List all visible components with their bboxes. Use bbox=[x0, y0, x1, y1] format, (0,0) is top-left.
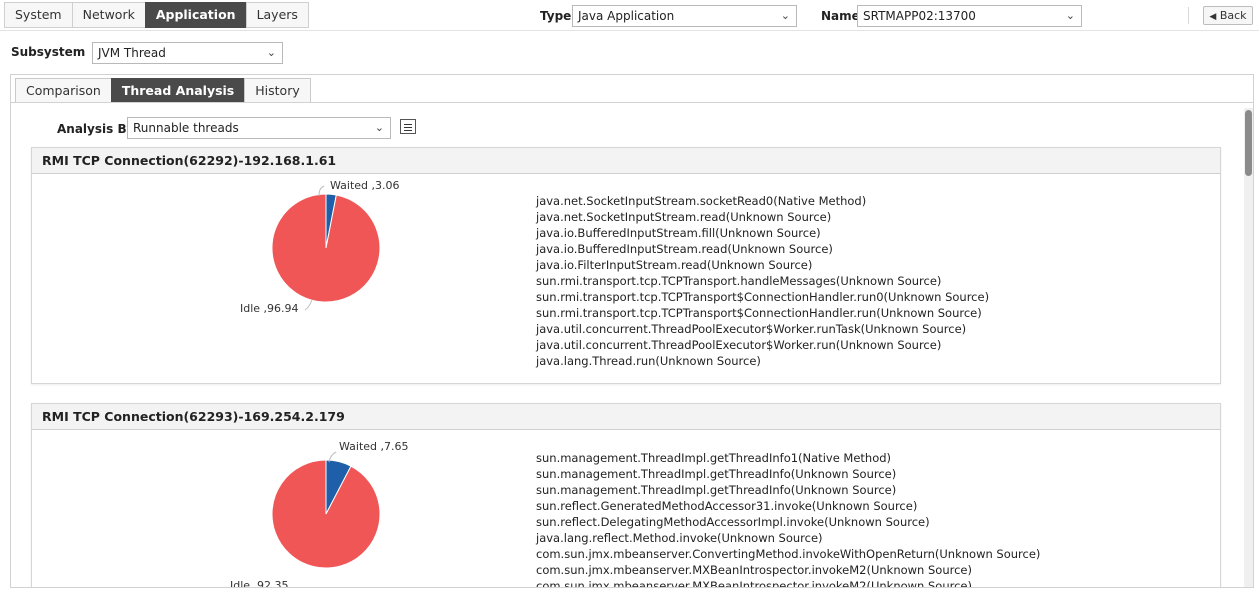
pie-leader-lines bbox=[304, 185, 325, 311]
tab-thread-analysis[interactable]: Thread Analysis bbox=[110, 78, 246, 103]
list-view-icon[interactable] bbox=[400, 119, 416, 134]
name-label: Name bbox=[821, 9, 860, 23]
chevron-down-icon: ⌄ bbox=[1065, 9, 1075, 22]
analysis-by-select-value: Runnable threads bbox=[133, 121, 239, 135]
type-select[interactable]: Java Application ⌄ bbox=[572, 5, 797, 27]
back-button-label: Back bbox=[1219, 9, 1247, 22]
pie-label-idle: Idle ,96.94 bbox=[240, 302, 299, 315]
analysis-by-label: Analysis By bbox=[57, 122, 135, 136]
stack-frame: java.net.SocketInputStream.read(Unknown … bbox=[536, 210, 832, 224]
tab-system[interactable]: System bbox=[4, 2, 73, 28]
tab-network[interactable]: Network bbox=[71, 2, 146, 28]
chevron-down-icon: ⌄ bbox=[780, 9, 790, 22]
thread-card: RMI TCP Connection(62292)-192.168.1.61 W… bbox=[31, 147, 1221, 384]
stack-frame: sun.rmi.transport.tcp.TCPTransport.handl… bbox=[536, 274, 942, 288]
stack-frame: java.lang.Thread.run(Unknown Source) bbox=[536, 354, 761, 368]
tab-application[interactable]: Application bbox=[144, 2, 247, 28]
stack-frame: java.util.concurrent.ThreadPoolExecutor$… bbox=[536, 322, 967, 336]
thread-card-title: RMI TCP Connection(62292)-192.168.1.61 bbox=[32, 148, 1220, 174]
type-label: Type bbox=[540, 9, 572, 23]
thread-analysis-panel: Comparison Thread Analysis History Analy… bbox=[10, 74, 1254, 588]
sub-tabs: Comparison Thread Analysis History bbox=[15, 78, 311, 103]
stack-frame: java.io.BufferedInputStream.read(Unknown… bbox=[536, 242, 833, 256]
top-bar: System Network Application Layers Type J… bbox=[0, 0, 1259, 31]
stack-frame: java.lang.reflect.Method.invoke(Unknown … bbox=[536, 531, 823, 545]
stack-frame: sun.management.ThreadImpl.getThreadInfo(… bbox=[536, 483, 897, 497]
main-tabs: System Network Application Layers bbox=[4, 2, 309, 28]
tab-history[interactable]: History bbox=[244, 78, 311, 103]
chevron-down-icon: ⌄ bbox=[374, 121, 384, 134]
tab-comparison[interactable]: Comparison bbox=[15, 78, 112, 103]
analysis-by-select[interactable]: Runnable threads ⌄ bbox=[127, 117, 391, 139]
type-select-value: Java Application bbox=[578, 9, 675, 23]
back-button[interactable]: ◀ Back bbox=[1203, 6, 1253, 25]
scrollbar-thumb[interactable] bbox=[1245, 110, 1252, 176]
name-select[interactable]: SRTMAPP02:13700 ⌄ bbox=[857, 5, 1082, 27]
thread-card-title: RMI TCP Connection(62293)-169.254.2.179 bbox=[32, 404, 1220, 430]
stack-frame: sun.rmi.transport.tcp.TCPTransport$Conne… bbox=[536, 290, 990, 304]
stack-frame: com.sun.jmx.mbeanserver.ConvertingMethod… bbox=[536, 547, 1041, 561]
stack-frame: sun.reflect.GeneratedMethodAccessor31.in… bbox=[536, 499, 918, 513]
stack-frame: com.sun.jmx.mbeanserver.MXBeanIntrospect… bbox=[536, 579, 972, 588]
pie-leader-lines bbox=[328, 451, 337, 463]
stack-frame: sun.management.ThreadImpl.getThreadInfo(… bbox=[536, 467, 897, 481]
tab-layers[interactable]: Layers bbox=[245, 2, 309, 28]
subsystem-label: Subsystem bbox=[11, 45, 86, 59]
tab-divider bbox=[11, 102, 1253, 103]
back-arrow-icon: ◀ bbox=[1209, 12, 1217, 22]
stack-frame: sun.reflect.DelegatingMethodAccessorImpl… bbox=[536, 515, 930, 529]
stack-frame: java.io.BufferedInputStream.fill(Unknown… bbox=[536, 226, 821, 240]
chevron-down-icon: ⌄ bbox=[266, 46, 276, 59]
stack-frame: java.net.SocketInputStream.socketRead0(N… bbox=[536, 194, 867, 208]
stack-frame: sun.rmi.transport.tcp.TCPTransport$Conne… bbox=[536, 306, 982, 320]
stack-frame: java.util.concurrent.ThreadPoolExecutor$… bbox=[536, 338, 942, 352]
panel-scrollbar[interactable] bbox=[1244, 108, 1253, 587]
stack-frame: java.io.FilterInputStream.read(Unknown S… bbox=[536, 258, 813, 272]
stack-frame: com.sun.jmx.mbeanserver.MXBeanIntrospect… bbox=[536, 563, 972, 577]
stack-trace: java.net.SocketInputStream.socketRead0(N… bbox=[536, 193, 989, 369]
subsystem-select-value: JVM Thread bbox=[98, 46, 166, 60]
stack-trace: sun.management.ThreadImpl.getThreadInfo1… bbox=[536, 450, 1041, 588]
thread-card: RMI TCP Connection(62293)-169.254.2.179 … bbox=[31, 403, 1221, 588]
name-select-value: SRTMAPP02:13700 bbox=[863, 9, 976, 23]
subsystem-select[interactable]: JVM Thread ⌄ bbox=[92, 42, 283, 64]
toolbar-divider bbox=[1188, 7, 1189, 24]
pie-label-waited: Waited ,7.65 bbox=[339, 440, 409, 453]
pie-label-idle: Idle ,92.35 bbox=[230, 579, 289, 588]
stack-frame: sun.management.ThreadImpl.getThreadInfo1… bbox=[536, 451, 892, 465]
pie-label-waited: Waited ,3.06 bbox=[330, 179, 400, 192]
